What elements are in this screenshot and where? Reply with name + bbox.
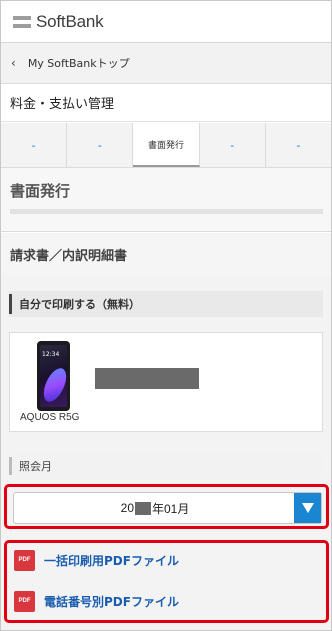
per-number-pdf-link[interactable]: PDF 電話番号別PDFファイル [14,590,179,612]
tab-document-issue[interactable]: 書面発行 [133,123,200,167]
softbank-logo[interactable]: SoftBank [13,10,104,34]
month-select-highlight: 20 年01月 [4,484,329,529]
tab-5[interactable]: - [266,123,331,167]
softbank-logo-icon [13,14,31,30]
print-self-label: 自分で印刷する（無料） [9,291,323,317]
device-name: AQUOS R5G [20,412,80,423]
bulk-print-pdf-link[interactable]: PDF 一括印刷用PDFファイル [14,549,179,571]
dropdown-arrow-button[interactable] [294,493,321,523]
month-select[interactable]: 20 年01月 [13,492,322,524]
brand-name: SoftBank [36,12,104,31]
heading-divider [10,209,323,214]
per-number-pdf-label: 電話番号別PDFファイル [44,594,179,609]
month-select-suffix: 年01月 [152,501,190,516]
page-heading: 書面発行 [1,168,331,232]
pdf-links-highlight: PDF 一括印刷用PDFファイル PDF 電話番号別PDFファイル [4,540,329,623]
bulk-print-pdf-label: 一括印刷用PDFファイル [44,553,179,568]
breadcrumb-label: My SoftBankトップ [27,57,130,70]
page-frame: SoftBank ‹ My SoftBankトップ 料金・支払い管理 - - 書… [0,0,332,631]
phone-wallpaper [40,364,67,406]
breadcrumb[interactable]: ‹ My SoftBankトップ [1,43,331,84]
pdf-icon: PDF [14,590,35,612]
month-select-value: 20 年01月 [14,493,296,523]
section-title: 料金・支払い管理 [1,84,331,122]
tab-1[interactable]: - [1,123,68,167]
phone-screen: 12:34 [40,345,67,407]
tab-bar: - - 書面発行 - - [1,123,331,168]
tab-4[interactable]: - [200,123,266,167]
document-title: 請求書／内訳明細書 [1,233,331,275]
chevron-down-icon [301,503,314,513]
phone-screen-time: 12:34 [42,351,60,358]
redacted-phone-number [95,368,199,389]
pdf-icon: PDF [14,549,35,571]
device-card: 12:34 AQUOS R5G [9,332,323,432]
page-title: 書面発行 [10,182,71,200]
redacted-year [135,501,151,515]
month-select-prefix: 20 [120,501,134,515]
chevron-left-icon: ‹ [11,56,16,70]
phone-image: 12:34 [37,341,70,411]
site-header: SoftBank [1,1,331,43]
inquiry-month-label: 照会月 [9,453,323,479]
tab-2[interactable]: - [67,123,134,167]
